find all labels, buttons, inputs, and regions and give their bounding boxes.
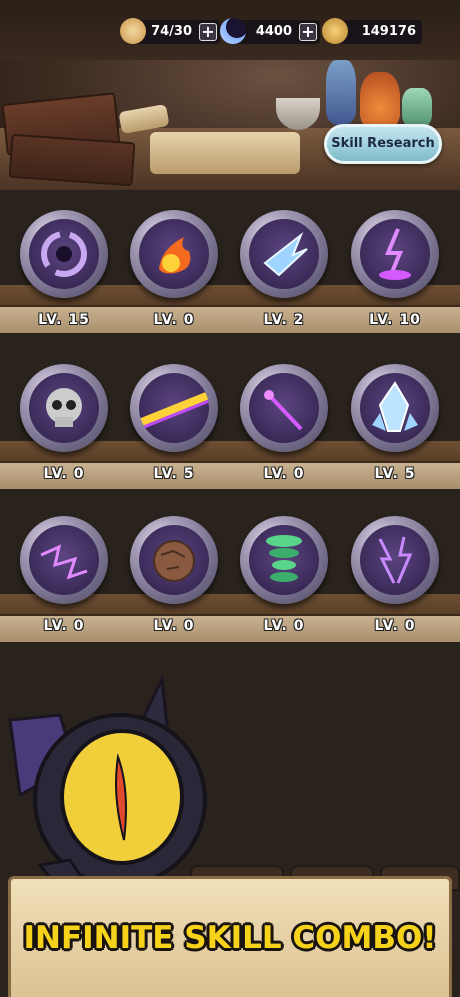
- skill-orb[interactable]: [130, 210, 218, 298]
- fireball-icon: [159, 237, 191, 274]
- skill-level-label: LV. 0: [153, 618, 195, 634]
- skill-orb[interactable]: [20, 364, 108, 452]
- skill-level-label: LV. 5: [153, 466, 195, 482]
- mortar-icon: [276, 98, 320, 130]
- scroll-icon: [150, 132, 300, 174]
- skull-icon: [46, 388, 82, 427]
- tornado-icon: [266, 535, 302, 582]
- skill-level-label: LV. 15: [38, 312, 90, 328]
- skill-orb[interactable]: [130, 364, 218, 452]
- coin-icon: [322, 18, 348, 44]
- moon-icon: [220, 18, 246, 44]
- book-icon: [8, 133, 136, 187]
- boulder-icon: [153, 540, 195, 582]
- skill-level-label: LV. 0: [263, 618, 305, 634]
- ice-shard-icon: [263, 231, 308, 277]
- gold-value: 149176: [361, 24, 416, 39]
- skill-orb[interactable]: [240, 210, 328, 298]
- vortex-icon: [41, 231, 87, 277]
- skill-level-label: LV. 0: [43, 466, 85, 482]
- skill-level-label: LV. 0: [263, 466, 305, 482]
- moon-value: 4400: [255, 24, 292, 39]
- skill-level-label: LV. 10: [369, 312, 421, 328]
- skill-orb[interactable]: [20, 210, 108, 298]
- laser-beam-icon: [139, 391, 209, 431]
- add-moon-button[interactable]: +: [299, 23, 317, 41]
- skill-research-button[interactable]: Skill Research: [324, 124, 442, 164]
- skill-orb[interactable]: [240, 364, 328, 452]
- crystal-icon: [372, 381, 418, 432]
- skill-level-label: LV. 5: [374, 466, 416, 482]
- skill-orb[interactable]: [130, 516, 218, 604]
- storm-icon: [378, 536, 413, 584]
- skill-orb[interactable]: [351, 210, 439, 298]
- lightning-strike-icon: [379, 228, 411, 280]
- promo-banner-text: INFINITE SKILL COMBO!: [23, 920, 437, 956]
- electric-web-icon: [40, 544, 88, 580]
- skill-level-label: LV. 0: [43, 618, 85, 634]
- add-energy-button[interactable]: +: [199, 23, 217, 41]
- skill-orb[interactable]: [240, 516, 328, 604]
- skill-orb[interactable]: [20, 516, 108, 604]
- header-scene: 74/30 + 4400 + 149176 Skill Research: [0, 0, 460, 190]
- gold-counter: 149176: [322, 18, 422, 44]
- moon-counter: 4400 +: [220, 18, 320, 44]
- skill-orb[interactable]: [351, 516, 439, 604]
- potion-bottle-icon: [326, 60, 356, 126]
- skill-orb[interactable]: [351, 364, 439, 452]
- skill-level-label: LV. 2: [263, 312, 305, 328]
- energy-value: 74/30: [151, 24, 192, 39]
- skill-level-label: LV. 0: [153, 312, 195, 328]
- energy-counter: 74/30 +: [120, 18, 220, 44]
- skill-level-label: LV. 0: [374, 618, 416, 634]
- magic-wand-icon: [264, 390, 303, 431]
- monster-mascot-icon: [8, 675, 207, 890]
- sandwich-icon: [120, 18, 146, 44]
- potion-bottle-icon: [360, 72, 400, 132]
